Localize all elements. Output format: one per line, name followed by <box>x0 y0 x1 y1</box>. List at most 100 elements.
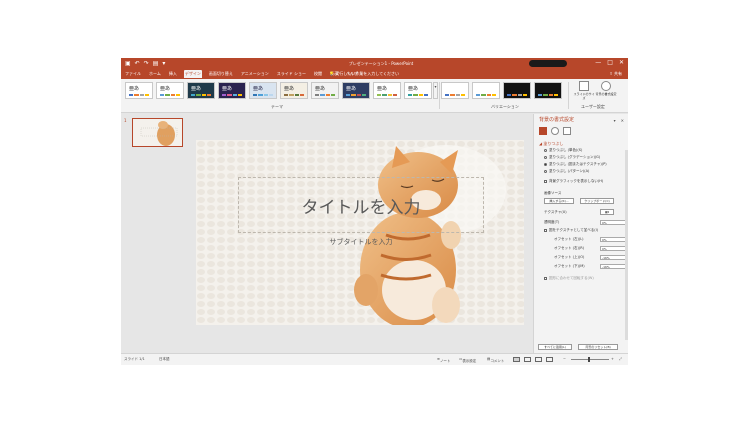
theme-option-8[interactable]: 亜あ <box>342 82 370 99</box>
fill-option-radio-2[interactable]: 塗りつぶし (グラデーション)(G) <box>544 155 600 160</box>
customize-qat-icon[interactable]: ▾ <box>162 60 165 67</box>
theme-sample-text: 亜あ <box>346 86 357 92</box>
comments-button[interactable]: ▤ コメント <box>487 356 504 363</box>
redo-icon[interactable]: ↷ <box>144 60 149 67</box>
ribbon-separator <box>439 82 440 109</box>
clipboard-button[interactable]: クリップボード(C) <box>580 198 614 204</box>
format-background-button[interactable]: 背景の書式設定 <box>595 81 617 103</box>
fill-section-label: 塗りつぶし <box>543 141 564 146</box>
zoom-slider-thumb[interactable] <box>588 357 590 362</box>
slide[interactable]: タイトルを入力 サブタイトルを入力 <box>196 140 524 325</box>
account-name-redacted[interactable] <box>529 60 567 67</box>
fill-option-label: 塗りつぶし (単色)(S) <box>549 148 583 152</box>
display-settings-button[interactable]: ▭ 表示設定 <box>459 356 476 363</box>
texture-picker[interactable]: ▦▾ <box>600 209 614 215</box>
theme-option-10[interactable]: 亜あ <box>404 82 432 99</box>
theme-option-5[interactable]: 亜あ <box>249 82 277 99</box>
fill-category-icon[interactable] <box>539 127 547 135</box>
theme-option-3[interactable]: 亜あ <box>187 82 215 99</box>
theme-color-bars <box>222 94 242 96</box>
fit-to-window-icon[interactable]: ⤢ <box>619 356 622 362</box>
reset-background-button[interactable]: 背景のリセット(B) <box>578 344 618 350</box>
theme-color-bars <box>346 94 366 96</box>
slide-editing-canvas: タイトルを入力 サブタイトルを入力 <box>189 114 533 353</box>
tab-6[interactable]: スライド ショー <box>276 70 307 78</box>
variant-option-3[interactable] <box>503 82 531 99</box>
quick-access-toolbar: ▣ ↶ ↷ ▤ ▾ <box>125 60 165 67</box>
theme-option-4[interactable]: 亜あ <box>218 82 246 99</box>
tab-4[interactable]: 画面切り替え <box>208 70 234 78</box>
format-pane-scrollbar[interactable] <box>625 150 628 340</box>
share-button[interactable]: ⇪ 共有 <box>609 70 622 78</box>
title-placeholder[interactable]: タイトルを入力 <box>238 177 484 233</box>
theme-option-1[interactable]: 亜あ <box>125 82 153 99</box>
minimize-button[interactable]: — <box>595 59 601 67</box>
apply-to-all-button[interactable]: すべてに適用(L) <box>538 344 572 350</box>
variant-option-1[interactable] <box>441 82 469 99</box>
offset-input[interactable]: 0% <box>600 237 626 242</box>
tab-2[interactable]: 挿入 <box>168 70 178 78</box>
hide-background-graphics-checkbox[interactable]: 背景グラフィックを表示しない(H) <box>544 179 603 184</box>
slideshow-view-icon[interactable] <box>546 357 553 362</box>
slide-thumbnail[interactable] <box>132 118 183 147</box>
subtitle-placeholder[interactable]: サブタイトルを入力 <box>238 234 484 250</box>
present-icon[interactable]: ▤ <box>153 60 159 67</box>
theme-gallery-more-button[interactable]: ▾ <box>433 82 438 99</box>
offset-label: オフセット (上)(O) <box>554 255 585 259</box>
offset-input[interactable]: -16% <box>600 255 626 260</box>
transparency-input[interactable]: 0% <box>600 220 626 225</box>
fill-option-radio-4[interactable]: 塗りつぶし (パターン)(A) <box>544 169 589 174</box>
slide-thumbnail-pane: 1 <box>121 114 189 353</box>
pane-options-icon[interactable]: ▾ <box>614 117 616 124</box>
theme-sample-text: 亜あ <box>315 86 326 92</box>
close-button[interactable]: ✕ <box>619 59 624 67</box>
language-indicator[interactable]: 日本語 <box>159 356 170 362</box>
theme-option-9[interactable]: 亜あ <box>373 82 401 99</box>
slide-sorter-icon[interactable] <box>524 357 531 362</box>
window-controls: — □ ✕ <box>595 59 624 67</box>
theme-color-bars <box>191 94 211 96</box>
slide-size-button[interactable]: スライドのサイズ <box>573 81 595 103</box>
normal-view-icon[interactable] <box>513 357 520 362</box>
reading-view-icon[interactable] <box>535 357 542 362</box>
pane-close-icon[interactable]: ✕ <box>621 117 624 124</box>
tab-1[interactable]: ホーム <box>148 70 162 78</box>
effects-category-icon[interactable] <box>551 127 559 135</box>
offset-input[interactable]: 0% <box>600 246 626 251</box>
tab-3[interactable]: デザイン <box>183 70 202 78</box>
zoom-slider[interactable] <box>571 357 609 362</box>
tile-texture-checkbox[interactable]: 図をテクスチャとして並べる(I) <box>544 228 598 233</box>
radio-button <box>544 149 547 152</box>
zoom-in-icon[interactable]: + <box>611 356 614 362</box>
tab-0[interactable]: ファイル <box>124 70 142 78</box>
fill-option-radio-3[interactable]: 塗りつぶし (図またはテクスチャ)(P) <box>544 162 607 167</box>
format-background-label: 背景の書式設定 <box>595 92 617 96</box>
tab-7[interactable]: 校閲 <box>313 70 323 78</box>
offset-input[interactable]: -16% <box>600 264 626 269</box>
radio-button <box>544 156 547 159</box>
save-icon[interactable]: ▣ <box>125 60 131 67</box>
maximize-button[interactable]: □ <box>607 59 613 67</box>
insert-picture-button[interactable]: 挿入する(R)... <box>544 198 574 204</box>
themes-group-label: テーマ <box>271 104 283 109</box>
notes-button[interactable]: ≡ ノート <box>437 356 450 363</box>
format-background-icon <box>601 81 611 91</box>
zoom-out-icon[interactable]: − <box>563 356 566 362</box>
hide-bg-graphics-label: 背景グラフィックを表示しない(H) <box>549 179 604 183</box>
theme-option-6[interactable]: 亜あ <box>280 82 308 99</box>
variant-option-4[interactable] <box>534 82 562 99</box>
tell-me-label: 実行したい作業を入力してください <box>335 71 400 76</box>
theme-option-2[interactable]: 亜あ <box>156 82 184 99</box>
ribbon-separator <box>568 82 569 109</box>
variant-option-2[interactable] <box>472 82 500 99</box>
fill-section-header[interactable]: ◢ 塗りつぶし <box>539 141 563 146</box>
ribbon-design: 亜あ 亜あ 亜あ 亜あ 亜あ 亜あ 亜あ 亜あ 亜あ 亜あ ▾ テーマ バリエーション スライドの… <box>121 79 628 113</box>
tell-me-search[interactable]: 💡 実行したい作業を入力してください <box>329 70 399 78</box>
fill-option-radio-1[interactable]: 塗りつぶし (単色)(S) <box>544 148 582 153</box>
tab-5[interactable]: アニメーション <box>240 70 270 78</box>
picture-category-icon[interactable] <box>563 127 571 135</box>
undo-icon[interactable]: ↶ <box>135 60 140 67</box>
theme-option-7[interactable]: 亜あ <box>311 82 339 99</box>
fill-option-label: 塗りつぶし (グラデーション)(G) <box>549 155 601 159</box>
rotate-with-shape-checkbox[interactable]: 図形に合わせて回転する(W) <box>544 276 594 281</box>
